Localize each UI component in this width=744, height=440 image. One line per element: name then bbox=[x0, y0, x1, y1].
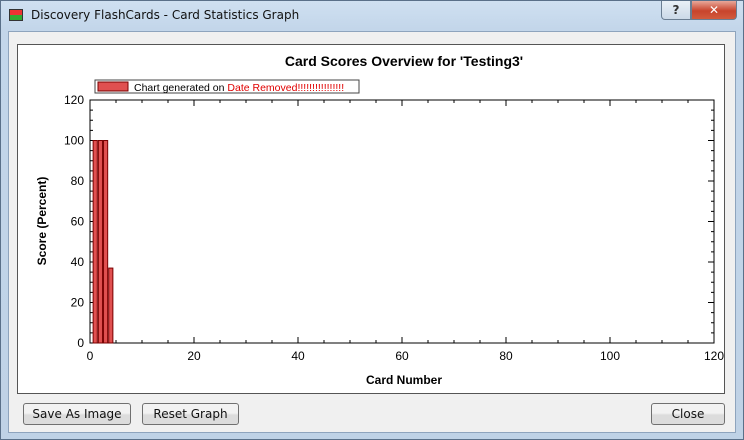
plot-area bbox=[89, 99, 715, 344]
legend-highlight: Date Removed!!!!!!!!!!!!!!!! bbox=[227, 82, 344, 94]
x-axis-label: Card Number bbox=[366, 373, 442, 387]
bar-series bbox=[92, 140, 114, 344]
x-tick-label: 0 bbox=[87, 349, 94, 363]
x-tick-label: 20 bbox=[187, 349, 201, 363]
reset-graph-button[interactable]: Reset Graph bbox=[142, 403, 239, 425]
y-tick-label: 60 bbox=[71, 215, 85, 229]
x-tick-label: 120 bbox=[704, 349, 724, 363]
score-bar bbox=[92, 140, 98, 344]
y-axis-label: Score (Percent) bbox=[35, 177, 49, 266]
x-tick-label: 100 bbox=[600, 349, 620, 363]
legend-swatch bbox=[97, 81, 129, 92]
y-tick-label: 0 bbox=[77, 336, 84, 350]
score-bar bbox=[103, 140, 109, 344]
chart-panel: Card Scores Overview for 'Testing3' Char… bbox=[17, 44, 725, 394]
app-window: Discovery FlashCards - Card Statistics G… bbox=[0, 0, 744, 440]
help-button[interactable]: ? bbox=[661, 1, 691, 20]
dialog-client-area: Card Scores Overview for 'Testing3' Char… bbox=[8, 31, 736, 433]
close-button[interactable]: Close bbox=[651, 403, 725, 425]
legend-prefix: Chart generated on bbox=[134, 82, 227, 94]
score-chart: Card Scores Overview for 'Testing3' Char… bbox=[35, 53, 724, 387]
app-icon bbox=[9, 9, 23, 21]
chart-legend: Chart generated on Date Removed!!!!!!!!!… bbox=[94, 79, 360, 94]
y-tick-label: 80 bbox=[71, 174, 85, 188]
y-tick-label: 40 bbox=[71, 255, 85, 269]
legend-label: Chart generated on Date Removed!!!!!!!!!… bbox=[134, 82, 344, 94]
score-bar bbox=[97, 140, 103, 344]
window-close-button[interactable]: ✕ bbox=[691, 1, 737, 20]
x-tick-label: 80 bbox=[499, 349, 513, 363]
y-axis: 0 20 40 60 80 100 120 bbox=[64, 93, 714, 350]
x-tick-label: 40 bbox=[291, 349, 305, 363]
save-as-image-button[interactable]: Save As Image bbox=[23, 403, 131, 425]
y-tick-label: 100 bbox=[64, 134, 84, 148]
window-title: Discovery FlashCards - Card Statistics G… bbox=[31, 8, 300, 22]
x-axis: 0 20 40 60 80 100 120 bbox=[87, 100, 724, 363]
x-tick-label: 60 bbox=[395, 349, 409, 363]
chart-title: Card Scores Overview for 'Testing3' bbox=[285, 53, 523, 69]
title-bar[interactable]: Discovery FlashCards - Card Statistics G… bbox=[1, 1, 743, 31]
score-bar bbox=[108, 267, 114, 344]
y-tick-label: 120 bbox=[64, 93, 84, 107]
y-tick-label: 20 bbox=[71, 296, 85, 310]
